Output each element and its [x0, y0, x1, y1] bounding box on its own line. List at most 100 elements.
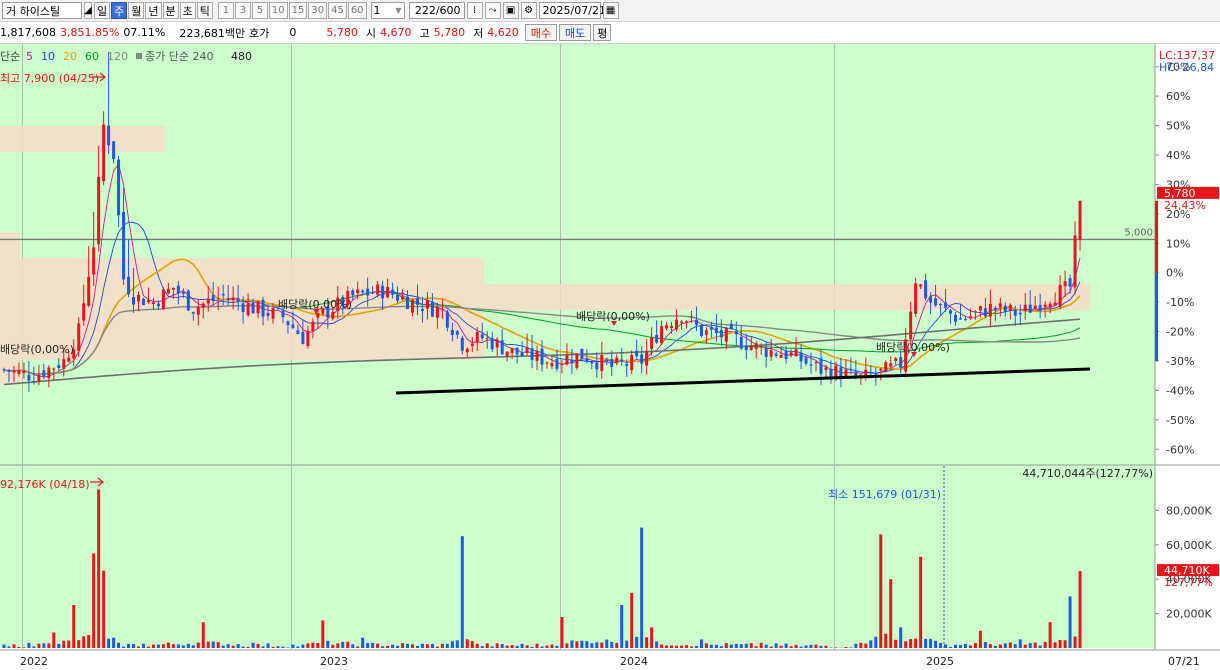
candle-body	[759, 346, 763, 348]
stock-selector[interactable]: 거 하이스틸	[2, 2, 82, 19]
volume-bar	[834, 647, 838, 648]
volume-bar	[909, 639, 913, 648]
interval-btn-3[interactable]: 3	[234, 2, 251, 19]
volume-bar	[550, 644, 554, 648]
volume-bar	[904, 641, 908, 648]
gear-icon[interactable]: ⚙	[520, 2, 537, 19]
volume-bar	[346, 641, 350, 648]
interval-btn-5[interactable]: 5	[251, 2, 268, 19]
volume-bar	[251, 642, 255, 648]
volume-bar	[37, 643, 41, 648]
candle-body	[809, 364, 813, 366]
candle-body	[924, 280, 928, 299]
x-axis-label: 07/21	[1168, 655, 1200, 668]
interval-select[interactable]: 1 ▼	[370, 2, 405, 19]
eval-button[interactable]: 평	[593, 24, 612, 41]
candle-body	[844, 369, 848, 378]
volume-bar	[500, 644, 504, 648]
volume-bar	[1008, 642, 1012, 648]
volume-bar	[809, 644, 813, 648]
buy-button[interactable]: 매수	[524, 24, 557, 41]
candle-body	[171, 287, 175, 290]
period-tab-4[interactable]: 분	[162, 2, 179, 19]
volume-bar	[565, 643, 569, 648]
candle-body	[774, 353, 778, 356]
candle-body	[186, 290, 190, 311]
volume-bar	[764, 644, 768, 648]
candle-body	[954, 314, 957, 322]
candle-body	[929, 296, 933, 303]
period-tab-2[interactable]: 월	[128, 2, 145, 19]
interval-btn-10[interactable]: 10	[268, 2, 288, 19]
candle-body	[156, 303, 160, 307]
candle-body	[645, 351, 649, 366]
x-axis-label: 2025	[926, 655, 954, 668]
volume-bar	[719, 646, 723, 648]
period-tab-1[interactable]: 주	[111, 2, 128, 19]
stock-chart[interactable]: 5,000배당락(0,00%)배당락(0,00%)배당락(0,00%)배당락(0…	[0, 44, 1220, 670]
sell-button[interactable]: 매도	[558, 24, 592, 41]
volume-bar	[620, 605, 624, 648]
candle-body	[640, 354, 644, 364]
volume-bar	[206, 641, 210, 648]
period-tab-5[interactable]: 초	[179, 2, 196, 19]
ma-legend-item: 10	[41, 50, 55, 63]
period-tab-6[interactable]: 틱	[196, 2, 213, 19]
volume-bar	[530, 646, 534, 648]
indicator-icon[interactable]: ⤳	[484, 2, 501, 19]
x-axis-label: 2024	[620, 655, 648, 668]
volume-panel-bg	[0, 466, 1155, 648]
candle-type-icon[interactable]: ⁞	[466, 2, 483, 19]
volume-bar	[326, 640, 330, 648]
interval-btn-45[interactable]: 45	[328, 2, 347, 19]
volume-bar	[968, 645, 972, 648]
volume-bar	[236, 644, 240, 648]
volume-bar	[216, 642, 220, 648]
candle-body	[266, 312, 270, 316]
volume-bar	[580, 640, 584, 648]
price-tick-label: 70%	[1166, 61, 1190, 74]
candle-body	[216, 298, 220, 300]
date-input[interactable]: 2025/07/21	[538, 2, 606, 19]
volume-bar	[226, 644, 230, 648]
volume-bar	[680, 645, 683, 648]
high-annotation: 최고 7,900 (04/25)	[0, 72, 99, 85]
volume-bar	[166, 642, 170, 648]
legend-square-icon	[136, 53, 142, 59]
interval-btn-60[interactable]: 60	[347, 2, 367, 19]
volume-bar	[585, 641, 589, 648]
calendar-icon[interactable]: ▦	[602, 2, 619, 19]
interval-btn-1[interactable]: 1	[217, 2, 234, 19]
save-icon[interactable]: ▣	[502, 2, 519, 19]
dropdown-icon[interactable]: ◢	[84, 2, 92, 19]
volume-bar	[435, 646, 439, 648]
candle-body	[181, 292, 185, 294]
candle-body	[1058, 285, 1062, 307]
bar-count-input[interactable]: 222/600	[408, 2, 465, 19]
quote-value: 0	[289, 26, 297, 39]
candle-body	[894, 358, 898, 361]
volume-bar	[505, 645, 509, 648]
volume-bar	[983, 642, 987, 648]
range-bar-up	[1155, 200, 1158, 273]
volume-bar	[814, 644, 818, 648]
volume-bar	[151, 644, 155, 648]
candle-body	[211, 295, 215, 301]
period-tab-3[interactable]: 년	[145, 2, 162, 19]
candle-body	[37, 374, 41, 382]
candle-body	[675, 319, 679, 330]
candle-body	[769, 350, 773, 357]
ma-legend-item: 120	[107, 50, 128, 63]
candle-body	[590, 362, 594, 364]
interval-btn-30[interactable]: 30	[308, 2, 328, 19]
volume-bar	[12, 644, 16, 648]
candle-body	[610, 359, 614, 367]
price-tick-label: -40%	[1166, 384, 1194, 397]
candle-body	[739, 336, 743, 349]
volume-bar	[555, 645, 559, 648]
period-tab-0[interactable]: 일	[94, 2, 111, 19]
interval-btn-15[interactable]: 15	[288, 2, 308, 19]
volume-bar	[430, 643, 434, 648]
quote-info-bar: 1,817,608 3,851.85% 07.11% 223,681백만 호가 …	[0, 22, 1220, 44]
volume-bar	[1058, 639, 1062, 648]
